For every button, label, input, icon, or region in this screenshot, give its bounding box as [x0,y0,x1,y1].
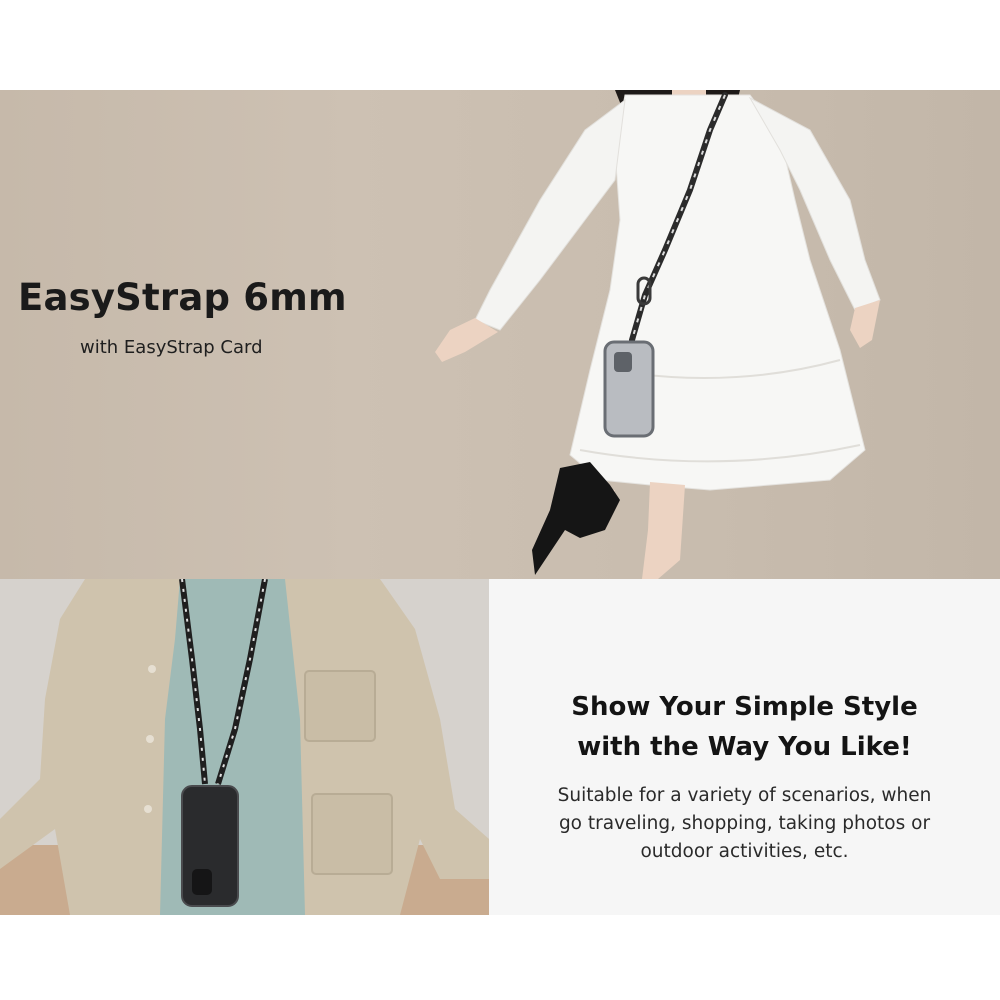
phone-camera-shape [614,352,632,372]
feature-text-panel: Show Your Simple Style with the Way You … [489,579,1000,915]
lifestyle-photo-shirt [0,579,489,915]
pocket-shape [304,670,376,742]
feature-description: Suitable for a variety of scenarios, whe… [489,782,1000,866]
feature-heading-line-2: with the Way You Like! [577,732,912,762]
button-shape [144,805,152,813]
feature-description-line-1: Suitable for a variety of scenarios, whe… [557,785,932,806]
hero-banner: EasyStrap 6mm with EasyStrap Card [0,90,1000,579]
hero-title: EasyStrap 6mm [18,276,347,319]
feature-description-line-2: go traveling, shopping, taking photos or [558,813,931,834]
feature-heading: Show Your Simple Style with the Way You … [489,687,1000,767]
button-shape [148,665,156,673]
left-sleeve-shape [474,98,626,331]
feature-heading-line-1: Show Your Simple Style [571,692,918,722]
leg-shape [642,482,685,579]
feature-description-line-3: outdoor activities, etc. [640,841,849,862]
phone-camera-shape [192,869,212,895]
button-shape [146,735,154,743]
model-in-white-dress-photo [435,90,881,579]
model-in-shirt-photo [0,579,489,915]
hero-subtitle: with EasyStrap Card [80,337,263,358]
pocket-lower-shape [311,793,393,875]
